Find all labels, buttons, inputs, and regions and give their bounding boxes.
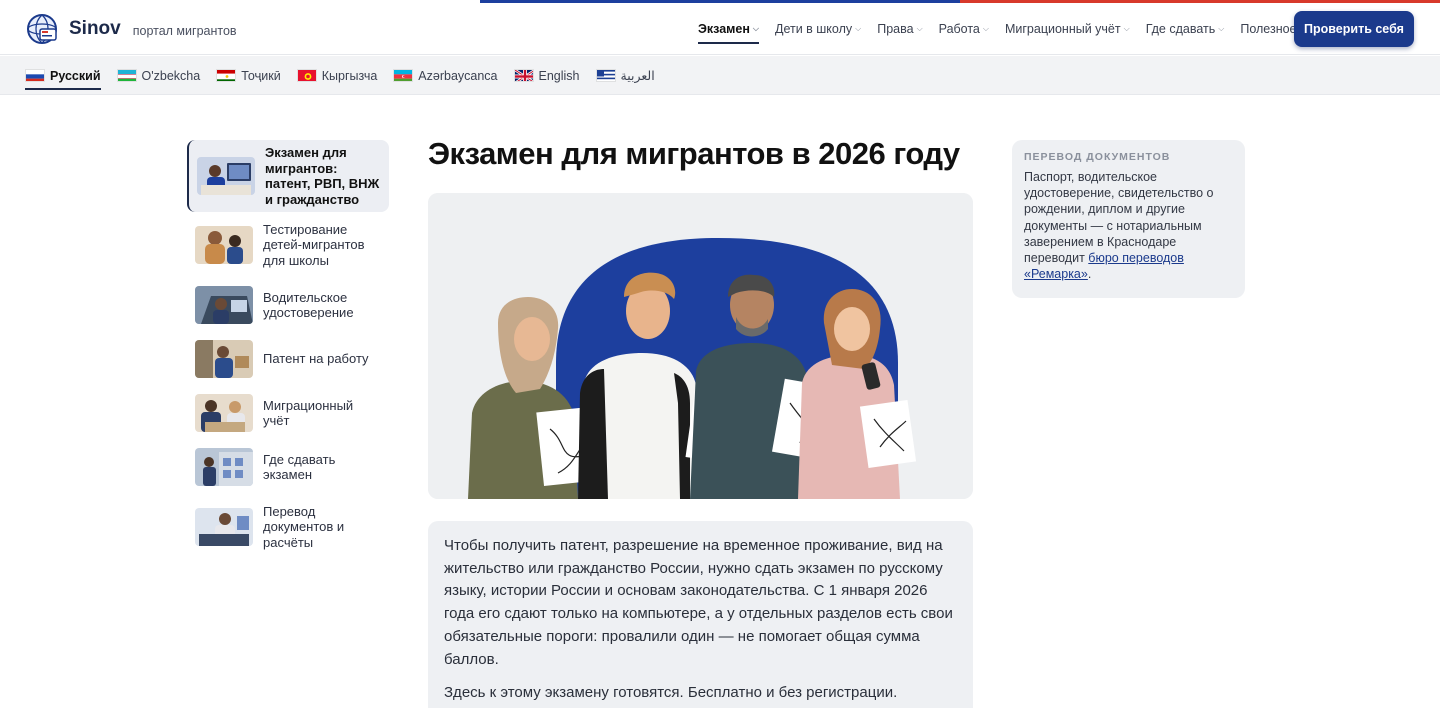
- migration-registration-thumbnail: [195, 394, 253, 432]
- migrants-illustration: [428, 193, 973, 499]
- nav-migration-registration-label: Миграционный учёт: [1004, 22, 1121, 36]
- promo-title: Перевод документов: [1024, 151, 1171, 163]
- sidebar-item-label: Где сдавать экзамен: [263, 451, 336, 483]
- lang-uzbek[interactable]: O'zbekcha: [116, 56, 201, 95]
- promo-text-end: .: [1087, 267, 1092, 282]
- lang-azerbaijani-label: Azərbaycanca: [418, 68, 498, 83]
- brand-tagline: портал мигрантов: [132, 23, 237, 38]
- where-to-take-thumbnail: [195, 448, 253, 486]
- chevron-down-icon: ⌵: [752, 24, 759, 33]
- nav-where-to-take[interactable]: Где сдавать ⌵: [1146, 3, 1225, 55]
- nav-rights[interactable]: Права ⌵: [877, 3, 922, 55]
- language-switcher: Русский O'zbekcha Тоҷикӣ Кыргызча Azərba…: [25, 56, 671, 95]
- nav-exam[interactable]: Экзамен ⌵: [698, 3, 759, 55]
- intro-note: Здесь к этому экзамену готовятся. Беспла…: [444, 684, 898, 702]
- lang-english[interactable]: English: [513, 56, 580, 95]
- tj-flag-icon: [216, 69, 237, 82]
- lang-kyrgyz[interactable]: Кыргызча: [296, 56, 378, 95]
- nav-work[interactable]: Работа ⌵: [939, 3, 989, 55]
- uz-flag-icon: [116, 69, 137, 82]
- exam-thumbnail: [197, 157, 255, 195]
- chevron-down-icon: ⌵: [916, 24, 923, 33]
- sidebar-item-label: Тестирование детей-мигрантов для школы: [263, 221, 365, 268]
- site-header: Sinov портал мигрантов Экзамен ⌵ Дети в ш…: [0, 3, 1440, 55]
- kids-testing-thumbnail: [195, 226, 253, 264]
- chevron-down-icon: ⌵: [1218, 24, 1225, 33]
- lang-arabic[interactable]: العربية: [595, 56, 655, 95]
- sidebar-item-label: Перевод документов и расчёты: [263, 503, 345, 550]
- sidebar-item-exam[interactable]: Экзамен для мигрантов: патент, РВП, ВНЖ …: [187, 140, 389, 212]
- sidebar-item-drivers-license[interactable]: Водительское удостоверение: [187, 280, 389, 330]
- lang-uzbek-label: O'zbekcha: [141, 68, 201, 83]
- lang-azerbaijani[interactable]: Azərbaycanca: [393, 56, 498, 95]
- work-patent-thumbnail: [195, 340, 253, 378]
- sidebar-item-migration-registration[interactable]: Миграционный учёт: [187, 388, 389, 438]
- hero-illustration: [428, 193, 973, 499]
- nav-migration-registration[interactable]: Миграционный учёт ⌵: [1005, 3, 1130, 55]
- chevron-down-icon: ⌵: [1123, 24, 1130, 33]
- lang-tajik-label: Тоҷикӣ: [241, 68, 281, 83]
- sidebar-item-label: Патент на работу: [263, 351, 369, 367]
- promo-text: Паспорт, водительское удостоверение, сви…: [1024, 169, 1233, 282]
- translation-promo-card: Перевод документов Паспорт, водительское…: [1012, 140, 1245, 299]
- nav-useful-label: Полезное: [1240, 22, 1297, 36]
- intro-paragraph: Чтобы получить патент, разрешение на вре…: [444, 537, 953, 668]
- sidebar-item-label: Водительское удостоверение: [263, 289, 354, 321]
- sidebar-item-label: Миграционный учёт: [263, 397, 354, 429]
- sidebar-item-document-translation[interactable]: Перевод документов и расчёты: [187, 496, 389, 558]
- nav-work-label: Работа: [938, 22, 980, 36]
- main-nav: Экзамен ⌵ Дети в школу ⌵ Права ⌵ Работа ⌵ Ми…: [698, 3, 1322, 55]
- page-title: Экзамен для мигрантов в 2026 году: [428, 136, 960, 171]
- sidebar: Экзамен для мигрантов: патент, РВП, ВНЖ …: [187, 140, 389, 558]
- check-yourself-button[interactable]: Проверить себя: [1294, 11, 1414, 47]
- az-flag-icon: [393, 69, 414, 82]
- lang-tajik[interactable]: Тоҷикӣ: [216, 56, 281, 95]
- lang-russian-label: Русский: [50, 68, 101, 83]
- nav-kids-school[interactable]: Дети в школу ⌵: [775, 3, 861, 55]
- nav-where-to-take-label: Где сдавать: [1145, 22, 1216, 36]
- sidebar-item-work-patent[interactable]: Патент на работу: [187, 334, 389, 384]
- lang-russian[interactable]: Русский: [25, 56, 101, 95]
- sidebar-item-where-to-take[interactable]: Где сдавать экзамен: [187, 442, 389, 492]
- nav-kids-school-label: Дети в школу: [774, 22, 853, 36]
- lang-english-label: English: [538, 68, 580, 83]
- nav-exam-label: Экзамен: [698, 22, 750, 36]
- sidebar-item-label: Экзамен для мигрантов: патент, РВП, ВНЖ …: [265, 145, 380, 207]
- nav-rights-label: Права: [877, 22, 914, 36]
- lang-arabic-label: العربية: [620, 69, 655, 83]
- kg-flag-icon: [296, 69, 317, 82]
- gb-flag-icon: [513, 69, 534, 82]
- chevron-down-icon: ⌵: [982, 24, 989, 33]
- lang-kyrgyz-label: Кыргызча: [321, 68, 378, 83]
- brand-name: Sinov: [69, 18, 121, 39]
- intro-card: Чтобы получить патент, разрешение на вре…: [428, 521, 973, 708]
- drivers-license-thumbnail: [195, 286, 253, 324]
- document-translation-thumbnail: [195, 508, 253, 546]
- ru-flag-icon: [25, 69, 45, 82]
- logo-icon: [24, 12, 62, 46]
- sidebar-item-kids-testing[interactable]: Тестирование детей-мигрантов для школы: [187, 214, 389, 276]
- language-bar: Русский O'zbekcha Тоҷикӣ Кыргызча Azərba…: [0, 56, 1440, 95]
- ar-flag-icon: [595, 69, 616, 82]
- logo-link[interactable]: Sinov портал мигрантов: [24, 12, 237, 46]
- chevron-down-icon: ⌵: [855, 24, 862, 33]
